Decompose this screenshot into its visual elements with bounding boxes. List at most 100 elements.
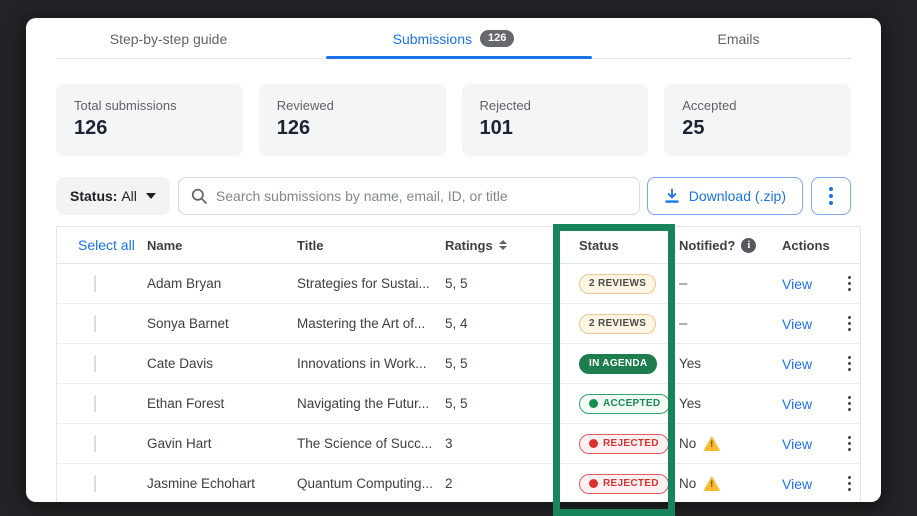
cell-ratings: 5, 5 xyxy=(445,356,569,371)
table-row: Sonya Barnet Mastering the Art of... 5, … xyxy=(57,304,860,344)
cell-ratings: 5, 5 xyxy=(445,276,569,291)
stat-label: Rejected xyxy=(480,98,631,113)
status-filter-text: Status: All xyxy=(70,188,137,204)
download-icon xyxy=(664,188,680,204)
column-header-notified: Notified? i xyxy=(679,238,782,253)
cell-notified: Yes xyxy=(679,356,701,371)
column-header-status: Status xyxy=(569,238,679,253)
tab-label: Emails xyxy=(717,31,759,47)
active-tab-indicator xyxy=(326,56,592,59)
row-checkbox[interactable] xyxy=(94,475,96,492)
view-link[interactable]: View xyxy=(782,396,812,412)
cell-ratings: 5, 4 xyxy=(445,316,569,331)
select-all-button[interactable]: Select all xyxy=(57,237,147,253)
cell-title: The Science of Succ... xyxy=(297,436,445,451)
submissions-table: Select all Name Title Ratings Status Not… xyxy=(56,226,861,502)
column-header-name: Name xyxy=(147,238,297,253)
submissions-count-badge: 126 xyxy=(480,30,514,47)
tab-label: Step-by-step guide xyxy=(110,31,228,47)
cell-title: Strategies for Sustai... xyxy=(297,276,445,291)
row-checkbox[interactable] xyxy=(94,315,96,332)
cell-notified: – xyxy=(679,275,687,292)
cell-name: Cate Davis xyxy=(147,356,297,371)
stat-label: Accepted xyxy=(682,98,833,113)
cell-title: Mastering the Art of... xyxy=(297,316,445,331)
tab-bar: Step-by-step guide Submissions 126 Email… xyxy=(26,18,881,59)
warning-icon: ! xyxy=(703,436,720,451)
status-badge: REJECTED xyxy=(579,474,669,494)
row-kebab-icon[interactable] xyxy=(848,355,851,372)
download-zip-button[interactable]: Download (.zip) xyxy=(647,177,803,215)
stat-label: Reviewed xyxy=(277,98,428,113)
status-dot xyxy=(589,479,598,488)
cell-name: Adam Bryan xyxy=(147,276,297,291)
table-row: Gavin Hart The Science of Succ... 3 REJE… xyxy=(57,424,860,464)
table-row: Cate Davis Innovations in Work... 5, 5 I… xyxy=(57,344,860,384)
cell-ratings: 3 xyxy=(445,436,569,451)
cell-notified: – xyxy=(679,315,687,332)
view-link[interactable]: View xyxy=(782,476,812,492)
cell-notified: No xyxy=(679,436,696,451)
view-link[interactable]: View xyxy=(782,356,812,372)
search-input[interactable] xyxy=(216,188,627,204)
stat-value: 25 xyxy=(682,117,833,140)
row-kebab-icon[interactable] xyxy=(848,475,851,492)
status-filter-dropdown[interactable]: Status: All xyxy=(56,177,170,215)
table-row: Adam Bryan Strategies for Sustai... 5, 5… xyxy=(57,264,860,304)
table-header-row: Select all Name Title Ratings Status Not… xyxy=(57,227,860,264)
stat-value: 126 xyxy=(277,117,428,140)
tab-emails[interactable]: Emails xyxy=(596,18,881,59)
status-dot xyxy=(589,399,598,408)
cell-notified: No xyxy=(679,476,696,491)
stat-reviewed: Reviewed 126 xyxy=(259,84,446,156)
stat-rejected: Rejected 101 xyxy=(462,84,649,156)
info-icon[interactable]: i xyxy=(741,238,756,253)
cell-title: Innovations in Work... xyxy=(297,356,445,371)
view-link[interactable]: View xyxy=(782,436,812,452)
cell-name: Sonya Barnet xyxy=(147,316,297,331)
chevron-down-icon xyxy=(146,193,156,199)
row-kebab-icon[interactable] xyxy=(848,315,851,332)
view-link[interactable]: View xyxy=(782,276,812,292)
stat-value: 101 xyxy=(480,117,631,140)
cell-ratings: 5, 5 xyxy=(445,396,569,411)
cell-name: Jasmine Echohart xyxy=(147,476,297,491)
cell-name: Ethan Forest xyxy=(147,396,297,411)
status-badge: 2 REVIEWS xyxy=(579,274,656,294)
row-checkbox[interactable] xyxy=(94,275,96,292)
cell-title: Navigating the Futur... xyxy=(297,396,445,411)
toolbar-more-options-button[interactable] xyxy=(811,177,851,215)
kebab-icon xyxy=(829,185,833,207)
tab-label: Submissions xyxy=(393,31,472,47)
status-badge: REJECTED xyxy=(579,434,669,454)
toolbar: Status: All Download (.zip) xyxy=(56,177,851,215)
stat-accepted: Accepted 25 xyxy=(664,84,851,156)
column-header-title: Title xyxy=(297,238,445,253)
submissions-panel: Step-by-step guide Submissions 126 Email… xyxy=(26,18,881,502)
row-checkbox[interactable] xyxy=(94,395,96,412)
row-kebab-icon[interactable] xyxy=(848,275,851,292)
row-checkbox[interactable] xyxy=(94,435,96,452)
tab-submissions[interactable]: Submissions 126 xyxy=(311,18,596,59)
status-dot xyxy=(589,439,598,448)
table-row: Jasmine Echohart Quantum Computing... 2 … xyxy=(57,464,860,502)
download-label: Download (.zip) xyxy=(689,188,786,204)
column-header-ratings[interactable]: Ratings xyxy=(445,238,569,253)
cell-ratings: 2 xyxy=(445,476,569,491)
view-link[interactable]: View xyxy=(782,316,812,332)
stat-total-submissions: Total submissions 126 xyxy=(56,84,243,156)
search-box[interactable] xyxy=(178,177,640,215)
row-checkbox[interactable] xyxy=(94,355,96,372)
row-kebab-icon[interactable] xyxy=(848,395,851,412)
cell-name: Gavin Hart xyxy=(147,436,297,451)
row-kebab-icon[interactable] xyxy=(848,435,851,452)
cell-notified: Yes xyxy=(679,396,701,411)
tab-step-by-step-guide[interactable]: Step-by-step guide xyxy=(26,18,311,59)
cell-title: Quantum Computing... xyxy=(297,476,445,491)
warning-icon: ! xyxy=(703,476,720,491)
status-badge: ACCEPTED xyxy=(579,394,670,414)
stat-label: Total submissions xyxy=(74,98,225,113)
search-icon xyxy=(191,188,207,204)
sort-icon[interactable] xyxy=(499,240,507,250)
status-badge: IN AGENDA xyxy=(579,354,657,374)
